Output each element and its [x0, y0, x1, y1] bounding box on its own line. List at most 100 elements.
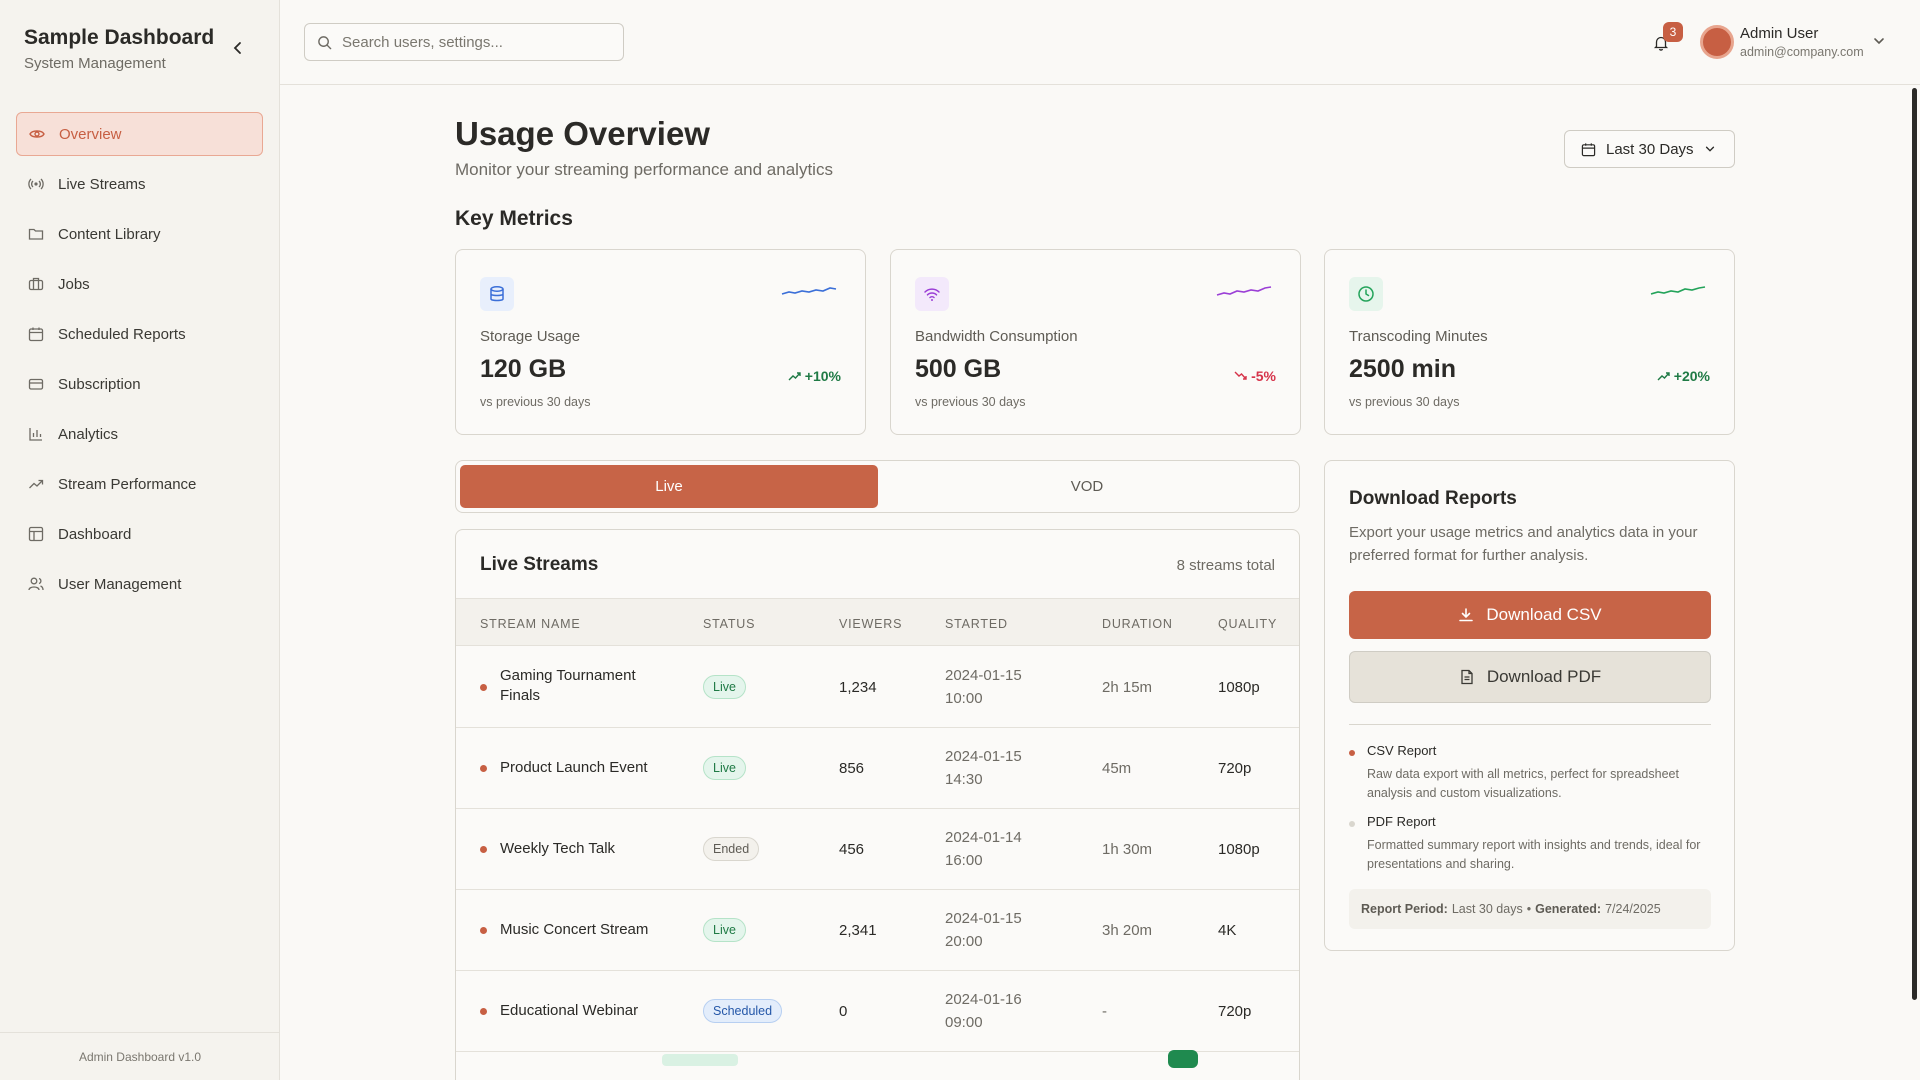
sidebar: Sample Dashboard System Management Overv…: [0, 0, 280, 1080]
sidebar-item-label: Scheduled Reports: [58, 325, 186, 343]
table-row[interactable]: Gaming Tournament Finals Live 1,234 2024…: [456, 647, 1299, 728]
separator: •: [1526, 902, 1532, 916]
sidebar-item-jobs[interactable]: Jobs: [16, 262, 263, 306]
user-menu-toggle[interactable]: [1872, 34, 1886, 53]
tab-live[interactable]: Live: [460, 465, 878, 508]
started-time: 20:00: [945, 933, 983, 950]
started-time: 10:00: [945, 690, 983, 707]
generated-label: Generated:: [1535, 902, 1602, 916]
report-period: Report Period: Last 30 days • Generated:…: [1349, 889, 1711, 929]
app-subtitle: System Management: [24, 55, 166, 72]
table-row[interactable]: Product Launch Event Live 856 2024-01-15…: [456, 728, 1299, 809]
search-icon: [318, 35, 332, 49]
column-header[interactable]: STREAM NAME: [480, 617, 580, 631]
sidebar-item-label: Dashboard: [58, 525, 132, 543]
scrollbar-thumb[interactable]: [1912, 88, 1917, 1000]
sidebar-item-overview[interactable]: Overview: [16, 112, 263, 156]
bandwidth-sparkline: [1216, 286, 1272, 296]
generated-value: 7/24/2025: [1605, 902, 1661, 916]
folder-icon: [28, 226, 44, 242]
sidebar-item-label: Subscription: [58, 375, 141, 393]
top-bar: 3 Admin User admin@company.com: [280, 0, 1920, 85]
sidebar-item-stream-performance[interactable]: Stream Performance: [16, 462, 263, 506]
pagination-current-page[interactable]: [1168, 1050, 1198, 1068]
column-header[interactable]: QUALITY: [1218, 617, 1277, 631]
metric-change: +10%: [788, 368, 841, 384]
search-box[interactable]: [304, 23, 624, 61]
column-header[interactable]: VIEWERS: [839, 617, 902, 631]
status-badge: Ended: [703, 837, 760, 861]
csv-report-title: CSV Report: [1367, 743, 1437, 758]
chevron-left-icon: [233, 42, 241, 54]
live-indicator-dot: [480, 1008, 487, 1015]
avatar[interactable]: [1700, 25, 1734, 59]
table-row[interactable]: Weekly Tech Talk Ended 456 2024-01-14 16…: [456, 809, 1299, 890]
download-pdf-button[interactable]: Download PDF: [1349, 651, 1711, 703]
started-date: 2024-01-15: [945, 748, 1022, 765]
divider: [1349, 724, 1711, 725]
started-time: 16:00: [945, 852, 983, 869]
metric-label: Storage Usage: [480, 328, 581, 345]
page-subtitle: Monitor your streaming performance and a…: [455, 160, 833, 179]
sidebar-item-analytics[interactable]: Analytics: [16, 412, 263, 456]
reports-description: Export your usage metrics and analytics …: [1349, 524, 1698, 564]
date-range-selector[interactable]: Last 30 Days: [1564, 130, 1735, 168]
metric-label: Bandwidth Consumption: [915, 328, 1078, 345]
period-value: Last 30 days: [1451, 902, 1523, 916]
transcoding-sparkline: [1650, 286, 1706, 295]
duration: 2h 15m: [1102, 679, 1153, 696]
metric-card-bandwidth: Bandwidth Consumption 500 GB -5% vs prev…: [890, 249, 1301, 435]
table-row[interactable]: Music Concert Stream Live 2,341 2024-01-…: [456, 890, 1299, 971]
tab-vod[interactable]: VOD: [878, 465, 1296, 508]
table-header: STREAM NAME STATUS VIEWERS STARTED DURAT…: [456, 598, 1299, 646]
table-row[interactable]: Educational Webinar Scheduled 0 2024-01-…: [456, 971, 1299, 1052]
quality: 1080p: [1218, 841, 1260, 858]
live-indicator-dot: [480, 846, 487, 853]
key-metrics-title: Key Metrics: [455, 207, 573, 230]
column-header[interactable]: DURATION: [1102, 617, 1173, 631]
date-range-label: Last 30 Days: [1606, 140, 1694, 158]
sidebar-item-content-library[interactable]: Content Library: [16, 212, 263, 256]
status-badge: Live: [703, 756, 746, 780]
sidebar-item-user-management[interactable]: User Management: [16, 562, 263, 606]
sidebar-item-subscription[interactable]: Subscription: [16, 362, 263, 406]
quality: 720p: [1218, 1003, 1252, 1020]
download-csv-label: Download CSV: [1486, 605, 1602, 624]
sidebar-item-label: Jobs: [58, 275, 90, 293]
period-label: Report Period:: [1361, 902, 1448, 916]
duration: 3h 20m: [1102, 922, 1153, 939]
user-name[interactable]: Admin User: [1740, 25, 1818, 42]
metric-change-value: +10%: [804, 368, 841, 384]
quality: 4K: [1218, 922, 1237, 939]
metric-change: +20%: [1657, 368, 1710, 384]
stream-name: Music Concert Stream: [500, 921, 649, 938]
started-time: 09:00: [945, 1014, 983, 1031]
pagination-info-chip: [662, 1054, 738, 1066]
sidebar-item-scheduled-reports[interactable]: Scheduled Reports: [16, 312, 263, 356]
sidebar-item-live-streams[interactable]: Live Streams: [16, 162, 263, 206]
column-header[interactable]: STARTED: [945, 617, 1008, 631]
sidebar-item-label: Live Streams: [58, 175, 146, 193]
metric-value: 120 GB: [480, 355, 567, 383]
search-input[interactable]: [342, 33, 602, 51]
calendar-icon: [28, 326, 44, 342]
viewers: 456: [839, 841, 865, 858]
calendar-icon: [1581, 142, 1596, 156]
download-pdf-label: Download PDF: [1486, 667, 1602, 686]
collapse-sidebar-button[interactable]: [226, 36, 250, 60]
user-email: admin@company.com: [1740, 45, 1864, 59]
download-csv-button[interactable]: Download CSV: [1349, 591, 1711, 639]
viewers: 1,234: [839, 679, 877, 696]
metric-value: 2500 min: [1349, 355, 1457, 383]
metric-label: Transcoding Minutes: [1349, 328, 1488, 345]
status-badge: Live: [703, 918, 746, 942]
credit-card-icon: [28, 376, 44, 392]
column-header[interactable]: STATUS: [703, 617, 755, 631]
sidebar-item-dashboard[interactable]: Dashboard: [16, 512, 263, 556]
stream-name: Gaming Tournament: [500, 667, 636, 684]
layout-icon: [28, 526, 44, 542]
pdf-report-description: Formatted summary report with insights a…: [1367, 838, 1701, 871]
eye-icon: [29, 126, 45, 142]
metric-change-value: -5%: [1251, 368, 1276, 384]
sidebar-nav: Overview Live Streams Content Library Jo…: [16, 112, 263, 612]
